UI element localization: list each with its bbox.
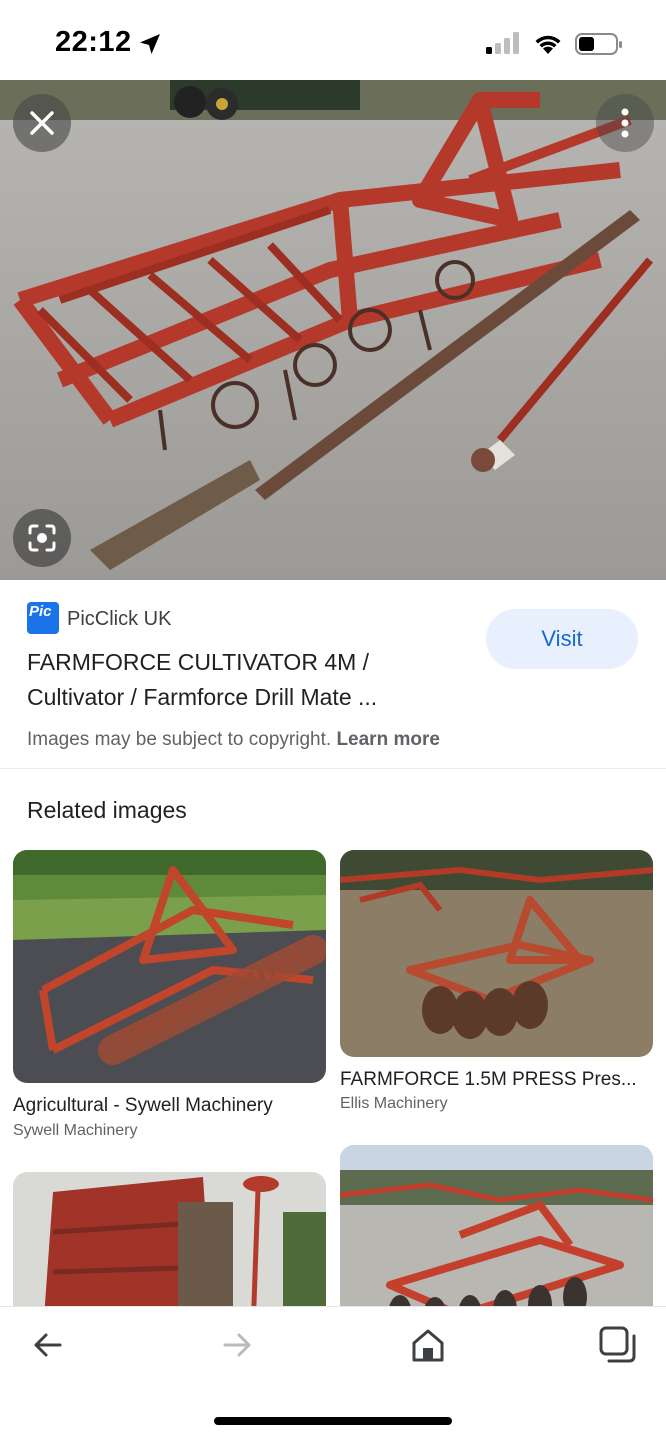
related-image-4[interactable] xyxy=(340,1145,653,1332)
close-icon xyxy=(30,111,54,135)
source-logo-text: Pic xyxy=(29,603,52,620)
related-image-2[interactable] xyxy=(340,850,653,1057)
source-name[interactable]: PicClick UK xyxy=(67,608,171,631)
section-divider xyxy=(0,768,666,769)
tabs-icon[interactable] xyxy=(596,1323,640,1367)
forward-arrow-icon[interactable] xyxy=(215,1323,259,1367)
back-arrow-icon[interactable] xyxy=(26,1323,70,1367)
result-title[interactable]: FARMFORCE CULTIVATOR 4M / Cultivator / F… xyxy=(27,645,457,715)
copyright-text: Images may be subject to copyright. xyxy=(27,729,332,750)
home-icon[interactable] xyxy=(406,1323,450,1367)
related-image-2-source: Ellis Machinery xyxy=(340,1095,448,1112)
related-image-2-title[interactable]: FARMFORCE 1.5M PRESS Pres... xyxy=(340,1069,637,1091)
lens-search-button[interactable] xyxy=(13,509,71,567)
location-arrow-icon xyxy=(140,34,160,54)
battery-icon xyxy=(575,33,622,55)
home-indicator xyxy=(214,1417,452,1425)
result-title-line1: FARMFORCE CULTIVATOR 4M / xyxy=(27,649,370,675)
cellular-signal-icon xyxy=(486,32,519,54)
lens-icon xyxy=(28,524,56,552)
learn-more-link[interactable]: Learn more xyxy=(336,729,439,750)
source-logo[interactable]: Pic xyxy=(27,602,59,634)
related-image-1[interactable] xyxy=(13,850,326,1083)
copyright-notice: Images may be subject to copyright. Lear… xyxy=(27,729,440,751)
visit-button[interactable]: Visit xyxy=(486,609,638,669)
more-vert-icon xyxy=(621,108,629,138)
close-button[interactable] xyxy=(13,94,71,152)
status-bar: 22:12 xyxy=(0,0,666,80)
related-image-1-title[interactable]: Agricultural - Sywell Machinery xyxy=(13,1095,273,1117)
related-image-1-source: Sywell Machinery xyxy=(13,1122,138,1139)
more-options-button[interactable] xyxy=(596,94,654,152)
main-image[interactable] xyxy=(0,80,666,580)
related-images-heading: Related images xyxy=(27,797,187,823)
result-title-line2: Cultivator / Farmforce Drill Mate ... xyxy=(27,684,378,710)
status-time: 22:12 xyxy=(55,26,132,58)
wifi-icon xyxy=(535,35,561,54)
